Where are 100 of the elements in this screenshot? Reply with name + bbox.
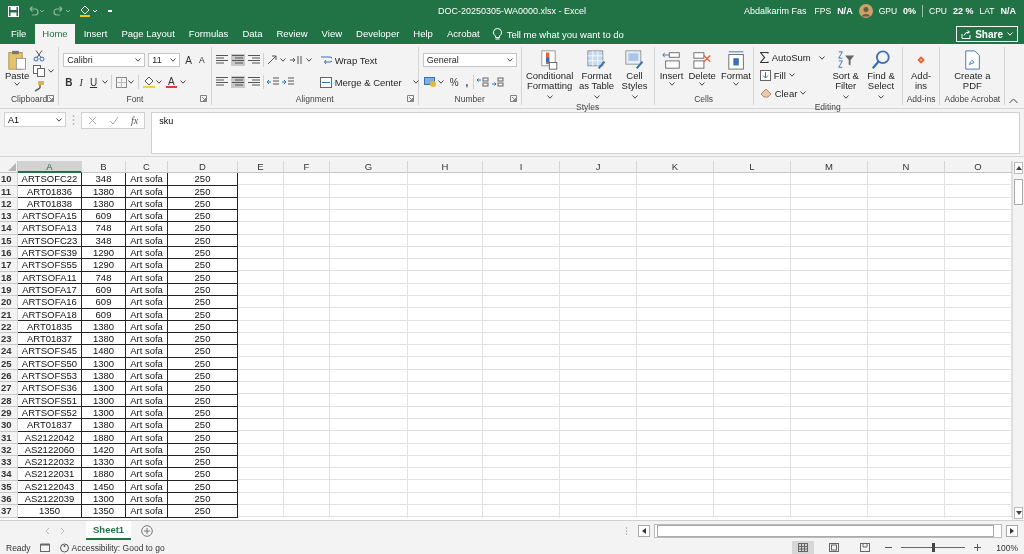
merge-center-button[interactable]: Merge & Center (317, 75, 421, 89)
row-header[interactable]: 16 (0, 247, 18, 260)
scroll-down-button[interactable] (1014, 507, 1023, 519)
save-icon[interactable] (8, 5, 19, 17)
percent-style-button[interactable]: % (447, 76, 461, 88)
normal-view-button[interactable] (792, 541, 815, 554)
column-header[interactable]: N (868, 161, 945, 174)
row-header[interactable]: 36 (0, 493, 18, 506)
ribbon-tab[interactable]: Formulas (181, 24, 236, 44)
scrollbar-thumb[interactable] (657, 525, 995, 537)
row-header[interactable]: 23 (0, 333, 18, 346)
paint-bucket-icon[interactable] (79, 5, 99, 17)
ribbon-tab[interactable]: Acrobat (439, 24, 487, 44)
enter-icon[interactable] (109, 116, 119, 125)
tell-me-search[interactable]: Tell me what you want to do (506, 28, 624, 40)
column-header[interactable]: O (945, 161, 1012, 174)
dialog-launcher-icon[interactable] (47, 95, 55, 102)
row-header[interactable]: 37 (0, 505, 18, 518)
bold-button[interactable]: B (63, 76, 75, 88)
column-header[interactable]: A (18, 161, 82, 174)
accounting-format-button[interactable] (422, 76, 445, 88)
wrap-text-button[interactable]: Wrap Text (317, 53, 421, 67)
cancel-icon[interactable] (88, 116, 97, 125)
column-header[interactable]: B (82, 161, 126, 174)
scroll-up-button[interactable] (1014, 162, 1023, 174)
drag-handle-icon[interactable] (72, 114, 75, 126)
font-color-button[interactable]: A (166, 76, 177, 88)
row-header[interactable]: 34 (0, 468, 18, 481)
column-header[interactable]: M (791, 161, 868, 174)
row-header[interactable]: 13 (0, 210, 18, 223)
row-header[interactable]: 14 (0, 222, 18, 235)
accessibility-icon[interactable] (58, 542, 70, 553)
row-header[interactable]: 33 (0, 456, 18, 469)
comma-style-button[interactable]: , (463, 76, 471, 88)
insert-function-button[interactable]: fx (131, 115, 139, 126)
insert-cells-button[interactable]: Insert (658, 49, 685, 93)
macro-recording-icon[interactable] (39, 543, 50, 552)
scroll-left-button[interactable] (638, 525, 651, 537)
ribbon-tab[interactable]: Data (235, 24, 270, 44)
redo-icon[interactable] (53, 6, 71, 16)
zoom-in-icon[interactable] (974, 544, 982, 551)
select-all-button[interactable] (0, 161, 18, 174)
collapse-ribbon-icon[interactable] (1009, 98, 1018, 104)
column-header[interactable]: F (284, 161, 330, 174)
italic-button[interactable]: I (77, 76, 85, 88)
row-header[interactable]: 27 (0, 382, 18, 395)
name-box[interactable]: A1 (4, 112, 66, 127)
add-sheet-icon[interactable] (141, 525, 154, 537)
column-header[interactable]: K (637, 161, 714, 174)
scroll-right-button[interactable] (1006, 525, 1018, 537)
format-cells-button[interactable]: Format (719, 49, 752, 93)
row-header[interactable]: 17 (0, 259, 18, 272)
row-header[interactable]: 10 (0, 173, 18, 186)
sheet-tab[interactable]: Sheet1 (86, 520, 132, 540)
autosum-button[interactable]: AutoSum (757, 51, 827, 65)
formula-input[interactable]: sku (151, 112, 1020, 154)
column-header[interactable]: C (126, 161, 168, 174)
column-header[interactable]: G (330, 161, 408, 174)
number-format-field[interactable]: General (422, 53, 517, 67)
shrink-font-button[interactable]: A (196, 55, 207, 65)
share-button[interactable]: Share (956, 26, 1018, 42)
clear-button[interactable]: Clear (757, 86, 827, 100)
row-header[interactable]: 20 (0, 296, 18, 309)
conditional-formatting-button[interactable]: Conditional Formatting (525, 49, 574, 102)
column-header[interactable]: H (408, 161, 483, 174)
grow-font-button[interactable]: A (183, 54, 194, 66)
next-sheet-icon[interactable] (60, 528, 65, 534)
ribbon-tab[interactable]: View (314, 24, 350, 44)
undo-icon[interactable] (27, 6, 45, 16)
dialog-launcher-icon[interactable] (509, 95, 517, 102)
ribbon-tab[interactable]: Page Layout (114, 24, 182, 44)
fill-button[interactable]: Fill (757, 69, 827, 82)
ribbon-tab[interactable]: Review (269, 24, 315, 44)
scrollbar-thumb[interactable] (1014, 179, 1023, 205)
format-as-table-button[interactable]: Format as Table (576, 49, 617, 102)
paste-button[interactable]: Paste (4, 49, 31, 93)
row-header[interactable]: 30 (0, 419, 18, 432)
cell-styles-button[interactable]: Cell Styles (619, 49, 650, 102)
row-header[interactable]: 26 (0, 370, 18, 383)
ribbon-tab[interactable]: File (4, 24, 34, 44)
zoom-level[interactable]: 100% (996, 542, 1018, 553)
row-header[interactable]: 24 (0, 345, 18, 358)
column-header[interactable]: J (560, 161, 637, 174)
fill-color-button[interactable] (142, 75, 164, 89)
delete-cells-button[interactable]: Delete (687, 49, 717, 93)
find-select-button[interactable]: Find & Select (864, 49, 898, 102)
ribbon-tab[interactable]: Home (35, 24, 75, 44)
previous-sheet-icon[interactable] (45, 528, 50, 534)
underline-button[interactable]: U (87, 76, 100, 88)
column-header[interactable]: E (238, 161, 284, 174)
column-header[interactable]: I (483, 161, 560, 174)
slider-thumb[interactable] (931, 543, 935, 552)
font-name-field[interactable]: Calibri (63, 53, 146, 67)
borders-button[interactable] (115, 75, 136, 89)
dialog-launcher-icon[interactable] (406, 95, 414, 102)
create-pdf-button[interactable]: Create a PDF (951, 49, 994, 93)
font-size-field[interactable]: 11 (148, 53, 181, 67)
ribbon-tab[interactable]: Developer (349, 24, 407, 44)
ribbon-tab[interactable]: Help (406, 24, 440, 44)
drag-handle-icon[interactable] (625, 526, 629, 536)
